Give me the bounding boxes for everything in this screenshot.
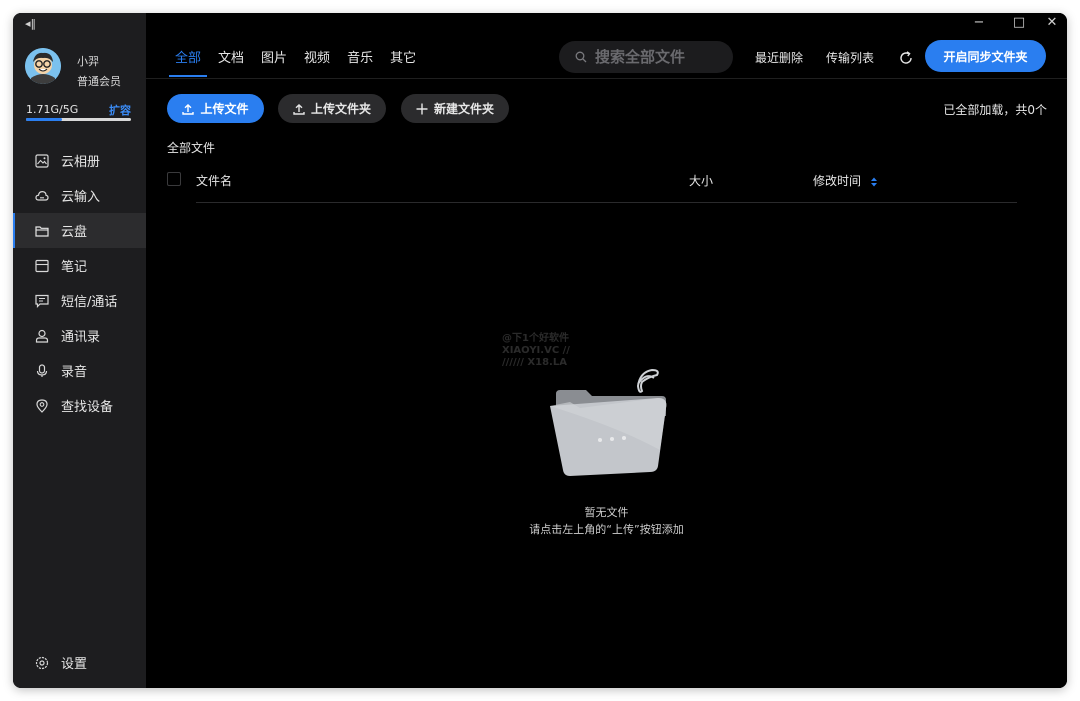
tab-images[interactable]: 图片 [261,47,287,69]
list-divider [196,202,1017,203]
empty-folder-illustration [550,368,667,476]
sidebar-item-label: 短信/通话 [61,295,118,310]
tab-music[interactable]: 音乐 [347,47,373,69]
upload-file-label: 上传文件 [200,102,249,116]
sidebar-toggle-icon[interactable]: ◂‖ [25,17,36,30]
sidebar-item-find-device[interactable]: 查找设备 [13,388,146,423]
sidebar-item-contacts[interactable]: 通讯录 [13,318,146,353]
avatar[interactable] [25,48,61,84]
search-icon [575,51,587,63]
sidebar-item-label: 录音 [61,365,88,380]
upload-icon [182,103,195,115]
select-all-checkbox[interactable] [167,172,181,186]
maximize-icon[interactable]: □ [1011,15,1027,30]
refresh-icon[interactable] [898,50,914,66]
watermark-line: @下1个好软件 [502,333,569,344]
sidebar-item-label: 设置 [61,657,88,672]
empty-state-title: 暂无文件 [584,506,629,519]
new-folder-button[interactable]: 新建文件夹 [401,94,509,123]
upload-folder-button[interactable]: 上传文件夹 [278,94,386,123]
location-icon [35,398,49,413]
settings: 设置 [13,645,146,680]
header-divider [146,78,1067,79]
tab-documents[interactable]: 文档 [218,47,244,69]
membership-level: 普通会员 [77,75,121,88]
main-panel: 全部 文档 图片 视频 音乐 其它 最近删除 传输列表 开启同步文件夹 − □ … [146,13,1067,688]
sidebar-item-label: 云输入 [61,190,101,205]
photo-album-icon [35,153,49,168]
sidebar-item-label: 笔记 [61,260,88,275]
tab-other[interactable]: 其它 [390,47,416,69]
sidebar-item-notes[interactable]: 笔记 [13,248,146,283]
sort-icon[interactable] [870,177,877,187]
sidebar-item-cloud-input[interactable]: 云输入 [13,178,146,213]
sidebar-item-cloud-drive[interactable]: 云盘 [13,213,146,248]
sidebar-item-recordings[interactable]: 录音 [13,353,146,388]
sidebar-item-label: 查找设备 [61,400,114,415]
tab-videos[interactable]: 视频 [304,47,330,69]
tab-all[interactable]: 全部 [168,47,208,77]
column-header-name[interactable]: 文件名 [196,172,232,189]
empty-state-hint: 请点击左上角的“上传”按钮添加 [529,523,684,536]
new-folder-label: 新建文件夹 [433,102,494,116]
breadcrumb[interactable]: 全部文件 [167,139,215,156]
transfer-list-link[interactable]: 传输列表 [826,49,874,66]
sidebar-item-label: 云盘 [61,225,88,240]
note-icon [35,259,49,273]
close-icon[interactable]: ✕ [1044,15,1060,30]
column-header-size[interactable]: 大小 [689,172,713,189]
upload-icon [293,103,305,115]
minimize-icon[interactable]: − [971,15,987,30]
search-box[interactable] [559,41,733,73]
loaded-status: 已全部加载，共0个 [943,103,1047,117]
folder-icon [35,224,49,238]
app-window: ◂‖ 小羿 普通会员 1.71G/5G 扩容 云相册 云输入 云盘 笔记 短信/… [13,13,1067,688]
upload-folder-label: 上传文件夹 [310,102,371,116]
sidebar-item-messages[interactable]: 短信/通话 [13,283,146,318]
expand-storage-link[interactable]: 扩容 [109,102,131,118]
sidebar-item-settings[interactable]: 设置 [13,645,146,680]
recently-deleted-link[interactable]: 最近删除 [755,49,803,66]
user-name: 小羿 [77,55,99,68]
message-icon [35,294,49,308]
contacts-icon [35,329,49,343]
sidebar: ◂‖ 小羿 普通会员 1.71G/5G 扩容 云相册 云输入 云盘 笔记 短信/… [13,13,146,688]
sidebar-item-label: 通讯录 [61,330,101,345]
cloud-input-icon [35,189,49,203]
plus-icon [416,103,428,115]
column-header-modified-label: 修改时间 [813,174,862,188]
microphone-icon [35,363,49,378]
sidebar-item-photos[interactable]: 云相册 [13,143,146,178]
storage-bar-fill [26,118,62,121]
column-header-modified[interactable]: 修改时间 [813,172,877,189]
category-tabs: 全部 文档 图片 视频 音乐 其它 [168,47,433,77]
sidebar-nav: 云相册 云输入 云盘 笔记 短信/通话 通讯录 录音 查找设备 [13,143,146,423]
search-input[interactable] [595,48,725,66]
enable-sync-folder-button[interactable]: 开启同步文件夹 [925,40,1046,72]
storage-usage: 1.71G/5G [26,103,79,116]
sidebar-item-label: 云相册 [61,155,101,170]
watermark-line: XIAOYI.VC // [502,345,570,356]
storage-bar [26,118,131,121]
gear-icon [35,656,49,670]
upload-file-button[interactable]: 上传文件 [167,94,264,123]
